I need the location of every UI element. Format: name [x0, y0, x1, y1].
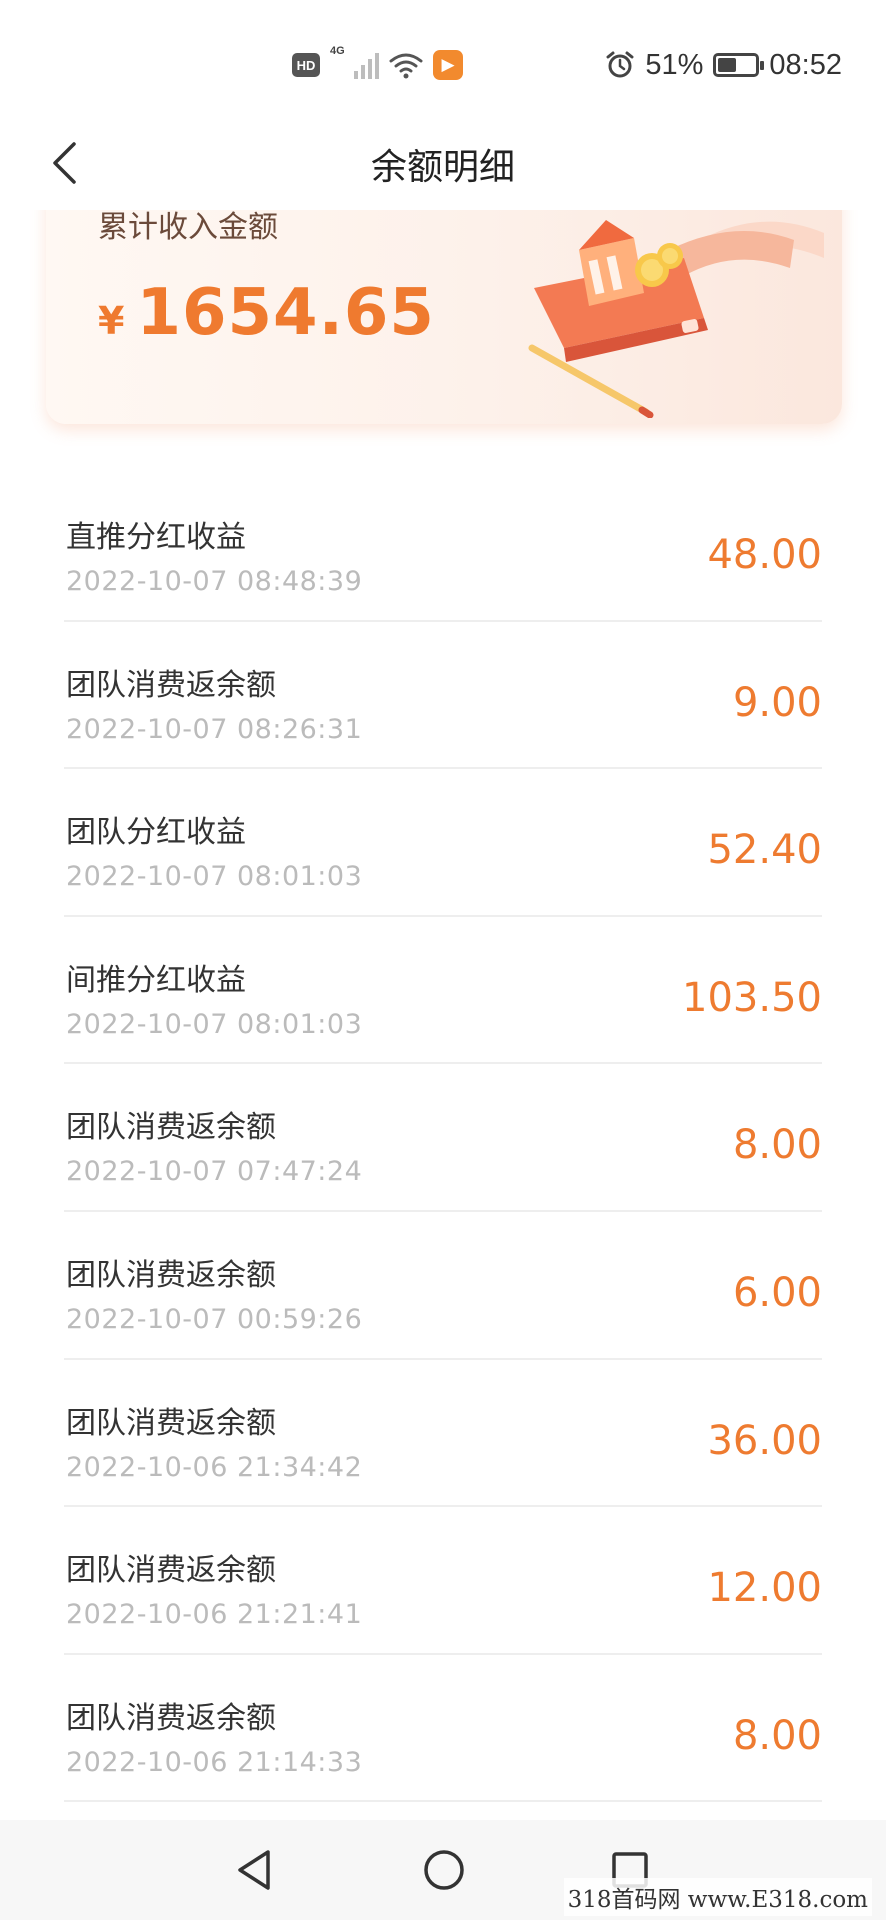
signal-bar: [375, 53, 379, 79]
transaction-title: 团队消费返余额: [66, 1553, 276, 1589]
transaction-row[interactable]: 团队分红收益 2022-10-07 08:01:03 52.40: [0, 769, 886, 917]
transaction-amount: 8.00: [732, 1712, 822, 1759]
transaction-title: 团队消费返余额: [66, 667, 276, 703]
signal-icon: 4G: [330, 45, 379, 79]
transaction-time: 2022-10-06 21:14:33: [66, 1746, 363, 1778]
transaction-row[interactable]: 团队消费返余额 2022-10-07 07:47:24 8.00: [0, 1064, 886, 1212]
status-left-group: HD 4G ▶: [292, 45, 463, 82]
transaction-time: 2022-10-07 08:01:03: [66, 1008, 363, 1040]
nav-back-button[interactable]: [224, 1842, 284, 1898]
nav-home-icon: [424, 1850, 464, 1890]
battery-fill: [718, 58, 737, 72]
status-bar: HD 4G ▶ 51% 08:52: [0, 0, 886, 120]
row-divider: [64, 1800, 822, 1803]
watermark-text: 318首码网 www.E318.com: [563, 1878, 872, 1916]
screen: 累计收入金额 ¥ 1654.65 HD 4G ▶ 51% 08:52 余额明细 …: [0, 0, 886, 1920]
transaction-amount: 52.40: [707, 827, 822, 874]
hd-icon: HD: [292, 53, 320, 77]
summary-amount: ¥ 1654.65: [98, 276, 435, 350]
transaction-title: 团队分红收益: [66, 815, 246, 851]
transaction-title: 间推分红收益: [66, 962, 246, 998]
transaction-time: 2022-10-07 08:48:39: [66, 566, 363, 597]
transaction-list: 直推分红收益 2022-10-07 08:48:39 48.00 团队消费返余额…: [0, 474, 886, 1803]
transaction-title: 团队消费返余额: [66, 1110, 276, 1146]
transaction-row[interactable]: 团队消费返余额 2022-10-07 00:59:26 6.00: [0, 1212, 886, 1360]
transaction-row[interactable]: 间推分红收益 2022-10-07 08:01:03 103.50: [0, 917, 886, 1065]
transaction-title: 团队消费返余额: [66, 1700, 276, 1736]
nav-home-button[interactable]: [414, 1842, 474, 1898]
transaction-amount: 8.00: [732, 1122, 822, 1169]
transaction-title: 团队消费返余额: [66, 1257, 276, 1293]
total-income-amount: 1654.65: [136, 276, 435, 350]
currency-symbol: ¥: [98, 299, 125, 343]
nav-back-icon: [238, 1850, 270, 1890]
transaction-row[interactable]: 团队消费返余额 2022-10-06 21:34:42 36.00: [0, 1360, 886, 1508]
transaction-time: 2022-10-06 21:34:42: [66, 1451, 363, 1483]
signal-bar: [368, 59, 372, 79]
status-right-group: 51% 08:52: [605, 46, 842, 84]
transaction-row[interactable]: 团队消费返余额 2022-10-06 21:21:41 12.00: [0, 1507, 886, 1655]
transaction-amount: 36.00: [707, 1417, 822, 1464]
battery-percent: 51%: [645, 48, 704, 81]
transaction-row[interactable]: 直推分红收益 2022-10-07 08:48:39 48.00: [0, 474, 886, 622]
transaction-row[interactable]: 团队消费返余额 2022-10-06 21:14:33 8.00: [0, 1655, 886, 1803]
transaction-amount: 6.00: [732, 1269, 822, 1316]
page-header: 余额明细: [0, 120, 886, 210]
transaction-time: 2022-10-07 07:47:24: [66, 1156, 363, 1188]
transaction-title: 团队消费返余额: [66, 1405, 276, 1441]
signal-bar: [361, 65, 365, 79]
alarm-icon: [606, 51, 634, 78]
transaction-amount: 12.00: [707, 1565, 822, 1612]
wallet-illustration-icon: [528, 220, 824, 418]
battery-icon: [713, 53, 765, 77]
transaction-amount: 9.00: [732, 679, 822, 726]
transaction-time: 2022-10-07 00:59:26: [66, 1303, 363, 1335]
income-summary-card: 累计收入金额 ¥ 1654.65: [46, 188, 842, 424]
network-type-label: 4G: [330, 45, 345, 57]
transaction-time: 2022-10-07 08:26:31: [66, 713, 363, 745]
transaction-amount: 103.50: [682, 974, 822, 1021]
transaction-time: 2022-10-06 21:21:41: [66, 1599, 363, 1631]
app-notification-icon: ▶: [433, 50, 463, 80]
transaction-time: 2022-10-07 08:01:03: [66, 861, 363, 893]
transaction-row[interactable]: 团队消费返余额 2022-10-07 08:26:31 9.00: [0, 622, 886, 770]
signal-bar: [354, 71, 358, 79]
wifi-icon: [389, 53, 423, 79]
clock-time: 08:52: [769, 48, 842, 81]
page-title: 余额明细: [370, 147, 515, 188]
transaction-amount: 48.00: [707, 532, 822, 578]
transaction-title: 直推分红收益: [66, 520, 246, 555]
